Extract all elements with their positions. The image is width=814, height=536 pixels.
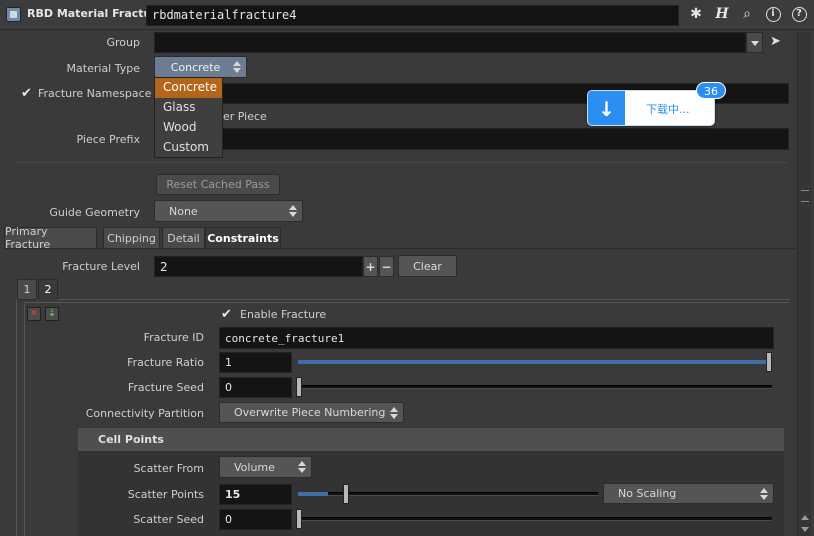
fracture-seed-slider-track[interactable] <box>298 385 772 389</box>
clear-button[interactable]: Clear <box>398 255 457 277</box>
tab-primary-fracture[interactable]: Primary Fracture <box>4 225 97 251</box>
scroll-up-icon[interactable] <box>801 515 809 520</box>
scatter-points-label: Scatter Points <box>127 488 204 501</box>
fracture-namespace-label: Fracture Namespace <box>38 87 152 100</box>
reset-cached-pass-button[interactable]: Reset Cached Pass <box>156 174 280 195</box>
spinner-arrows-icon <box>233 61 241 73</box>
spinner-arrows-icon <box>289 205 297 217</box>
insert-instance-icon[interactable]: ⇣ <box>45 307 59 321</box>
fracture-ratio-field[interactable]: 1 <box>219 352 292 373</box>
connectivity-partition-value: Overwrite Piece Numbering <box>234 406 386 419</box>
tab-chipping[interactable]: Chipping <box>103 227 160 249</box>
subtab-2[interactable]: 2 <box>38 279 58 300</box>
fracture-seed-field[interactable]: 0 <box>219 377 292 398</box>
group-dropdown-button[interactable] <box>746 32 763 53</box>
per-piece-label: per Piece <box>216 110 267 123</box>
piece-prefix-field[interactable] <box>154 128 789 150</box>
fracture-ratio-label: Fracture Ratio <box>127 356 204 369</box>
connectivity-partition-label: Connectivity Partition <box>85 407 204 420</box>
fracture-ratio-slider-fill <box>298 360 772 364</box>
spinner-arrows-icon <box>390 406 398 419</box>
material-type-label: Material Type <box>66 62 140 75</box>
houdini-help-icon[interactable]: H <box>712 4 732 24</box>
menu-item-concrete[interactable]: Concrete <box>155 78 222 98</box>
material-type-value: Concrete <box>170 60 221 74</box>
guide-geometry-label: Guide Geometry <box>49 206 140 219</box>
info-icon[interactable]: i <box>763 4 783 24</box>
remove-instance-icon[interactable]: ✕ <box>27 307 41 321</box>
add-level-button[interactable]: + <box>363 256 378 277</box>
enable-fracture-checkbox[interactable]: ✔ <box>221 308 234 321</box>
search-icon[interactable]: ⌕ <box>737 4 757 24</box>
cell-points-heading: Cell Points <box>98 433 164 446</box>
piece-prefix-label: Piece Prefix <box>76 133 140 146</box>
scatter-points-field[interactable]: 15 <box>219 484 292 505</box>
fracture-ratio-slider-knob[interactable] <box>766 352 772 372</box>
menu-item-custom[interactable]: Custom <box>155 138 222 158</box>
download-arrow-icon: ↓ <box>588 91 625 125</box>
scatter-from-value: Volume <box>234 460 275 474</box>
scaling-dropdown[interactable]: No Scaling <box>603 483 774 504</box>
material-type-dropdown[interactable]: Concrete <box>154 56 247 78</box>
cell-points-header <box>78 428 784 451</box>
fracture-level-label: Fracture Level <box>62 260 140 273</box>
guide-geometry-value: None <box>169 204 198 218</box>
connectivity-partition-dropdown[interactable]: Overwrite Piece Numbering <box>219 402 404 423</box>
spinner-arrows-icon <box>760 487 768 500</box>
scroll-down-icon[interactable] <box>801 527 809 532</box>
fracture-id-label: Fracture ID <box>143 331 204 344</box>
guide-geometry-dropdown[interactable]: None <box>154 200 303 222</box>
scatter-points-slider-fill <box>298 492 328 496</box>
node-type-icon <box>6 7 21 22</box>
menu-item-wood[interactable]: Wood <box>155 118 222 138</box>
download-status-text: 下载中... <box>646 103 690 116</box>
subtab-1[interactable]: 1 <box>17 279 37 300</box>
scaling-value: No Scaling <box>618 487 677 500</box>
scatter-from-label: Scatter From <box>133 462 204 475</box>
node-name-field[interactable]: rbdmaterialfracture4 <box>146 5 679 26</box>
scatter-seed-slider-track[interactable] <box>298 517 772 521</box>
group-label: Group <box>106 36 141 49</box>
enable-fracture-label: Enable Fracture <box>240 308 327 321</box>
fracture-namespace-checkbox[interactable]: ✔ <box>21 87 34 100</box>
tab-underline <box>4 248 798 249</box>
scatter-seed-field[interactable]: 0 <box>219 509 292 530</box>
fracture-id-field[interactable]: concrete_fracture1 <box>219 327 774 349</box>
spinner-arrows-icon <box>298 461 306 473</box>
tab-constraints[interactable]: Constraints <box>205 227 281 249</box>
group-field[interactable] <box>154 32 746 53</box>
menu-item-glass[interactable]: Glass <box>155 98 222 118</box>
scatter-points-slider-knob[interactable] <box>343 484 349 504</box>
gear-icon[interactable]: ✱ <box>686 4 706 24</box>
fracture-level-field[interactable]: 2 <box>154 256 363 277</box>
scatter-seed-label: Scatter Seed <box>133 513 204 526</box>
scrollbar[interactable] <box>797 32 811 536</box>
scatter-seed-slider-knob[interactable] <box>296 509 302 529</box>
tab-detail[interactable]: Detail <box>162 227 205 249</box>
help-icon[interactable]: ? <box>789 4 809 24</box>
fracture-seed-label: Fracture Seed <box>127 381 204 394</box>
download-count-badge: 36 <box>696 82 726 99</box>
node-type-label: RBD Material Fracture <box>27 7 165 20</box>
divider <box>16 162 788 163</box>
download-widget[interactable]: ↓ 下载中... <box>587 90 715 126</box>
select-arrow-icon[interactable]: ➤ <box>770 34 784 50</box>
fracture-seed-slider-knob[interactable] <box>296 377 302 397</box>
scatter-from-dropdown[interactable]: Volume <box>219 456 312 478</box>
remove-level-button[interactable]: − <box>379 256 394 277</box>
scroll-grip-icon[interactable] <box>801 190 809 202</box>
